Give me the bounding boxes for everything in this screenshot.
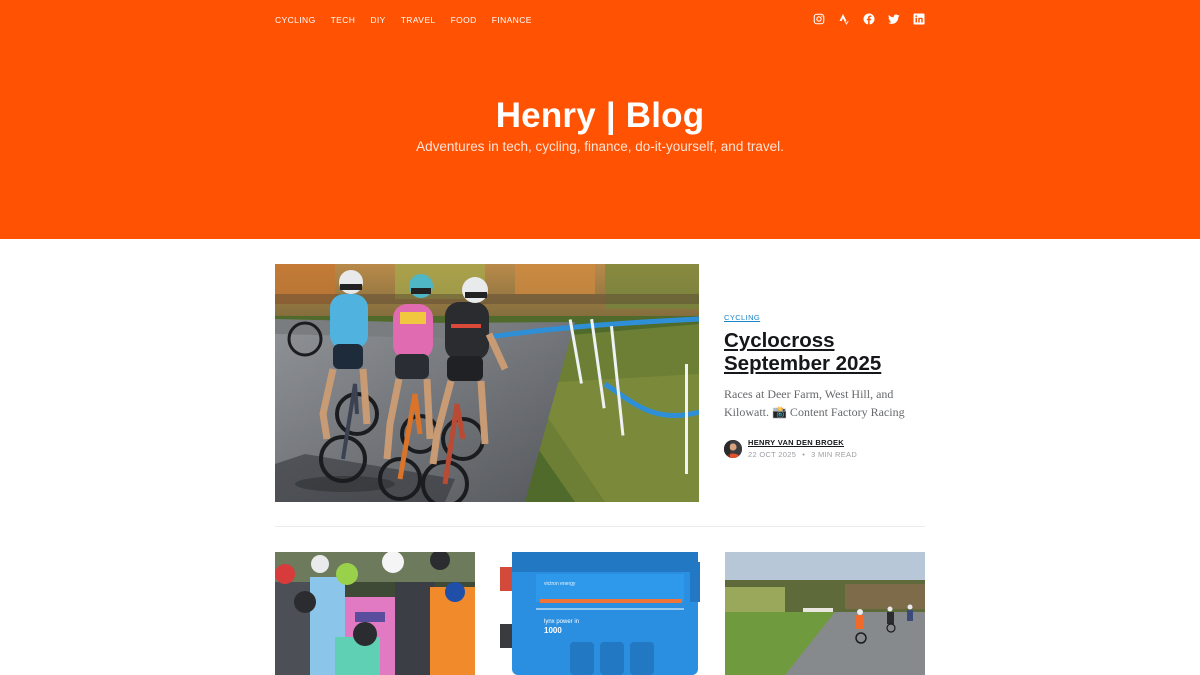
author-name[interactable]: HENRY VAN DEN BROEK [748,438,857,447]
site-tagline: Adventures in tech, cycling, finance, do… [416,139,784,154]
nav-item-finance[interactable]: FINANCE [492,15,532,25]
featured-post-excerpt: Races at Deer Farm, West Hill, and Kilow… [724,387,905,419]
nav-item-travel[interactable]: TRAVEL [401,15,436,25]
main-nav: CYCLING TECH DIY TRAVEL FOOD FINANCE [275,15,547,25]
featured-post-tag[interactable]: CYCLING [724,313,924,323]
featured-post-title[interactable]: Cyclocross September 2025 [724,329,924,375]
read-time: 3 MIN READ [811,450,858,459]
author-meta: HENRY VAN DEN BROEK 22 OCT 2025 • 3 MIN … [748,438,857,459]
social-links [813,13,925,25]
device-number-text: 1000 [544,626,562,635]
device-brand-text: victron energy [544,581,576,587]
meta-separator: • [802,450,806,459]
device-label-text: lynx power in [544,619,579,625]
section-divider [275,526,925,527]
post-date: 22 OCT 2025 [748,450,797,459]
post-card-image-2[interactable]: victron energy lynx power in 1000 [500,552,700,675]
post-meta: 22 OCT 2025 • 3 MIN READ [748,450,857,459]
featured-post-content: CYCLING Cyclocross September 2025 Races … [724,313,924,459]
nav-item-cycling[interactable]: CYCLING [275,15,316,25]
author-row: HENRY VAN DEN BROEK 22 OCT 2025 • 3 MIN … [724,438,924,459]
nav-item-food[interactable]: FOOD [451,15,477,25]
site-header: CYCLING TECH DIY TRAVEL FOOD FINANCE Hen… [0,0,1200,239]
author-avatar[interactable] [724,439,742,458]
site-title[interactable]: Henry | Blog [0,96,1200,136]
featured-post-image[interactable] [275,264,699,502]
facebook-icon[interactable] [863,13,875,25]
post-card-image-1[interactable] [275,552,475,675]
nav-item-diy[interactable]: DIY [370,15,385,25]
twitter-icon[interactable] [888,13,900,25]
post-card-image-3[interactable] [725,552,925,675]
instagram-icon[interactable] [813,13,825,25]
nav-item-tech[interactable]: TECH [331,15,356,25]
linkedin-icon[interactable] [913,13,925,25]
strava-icon[interactable] [838,13,850,25]
